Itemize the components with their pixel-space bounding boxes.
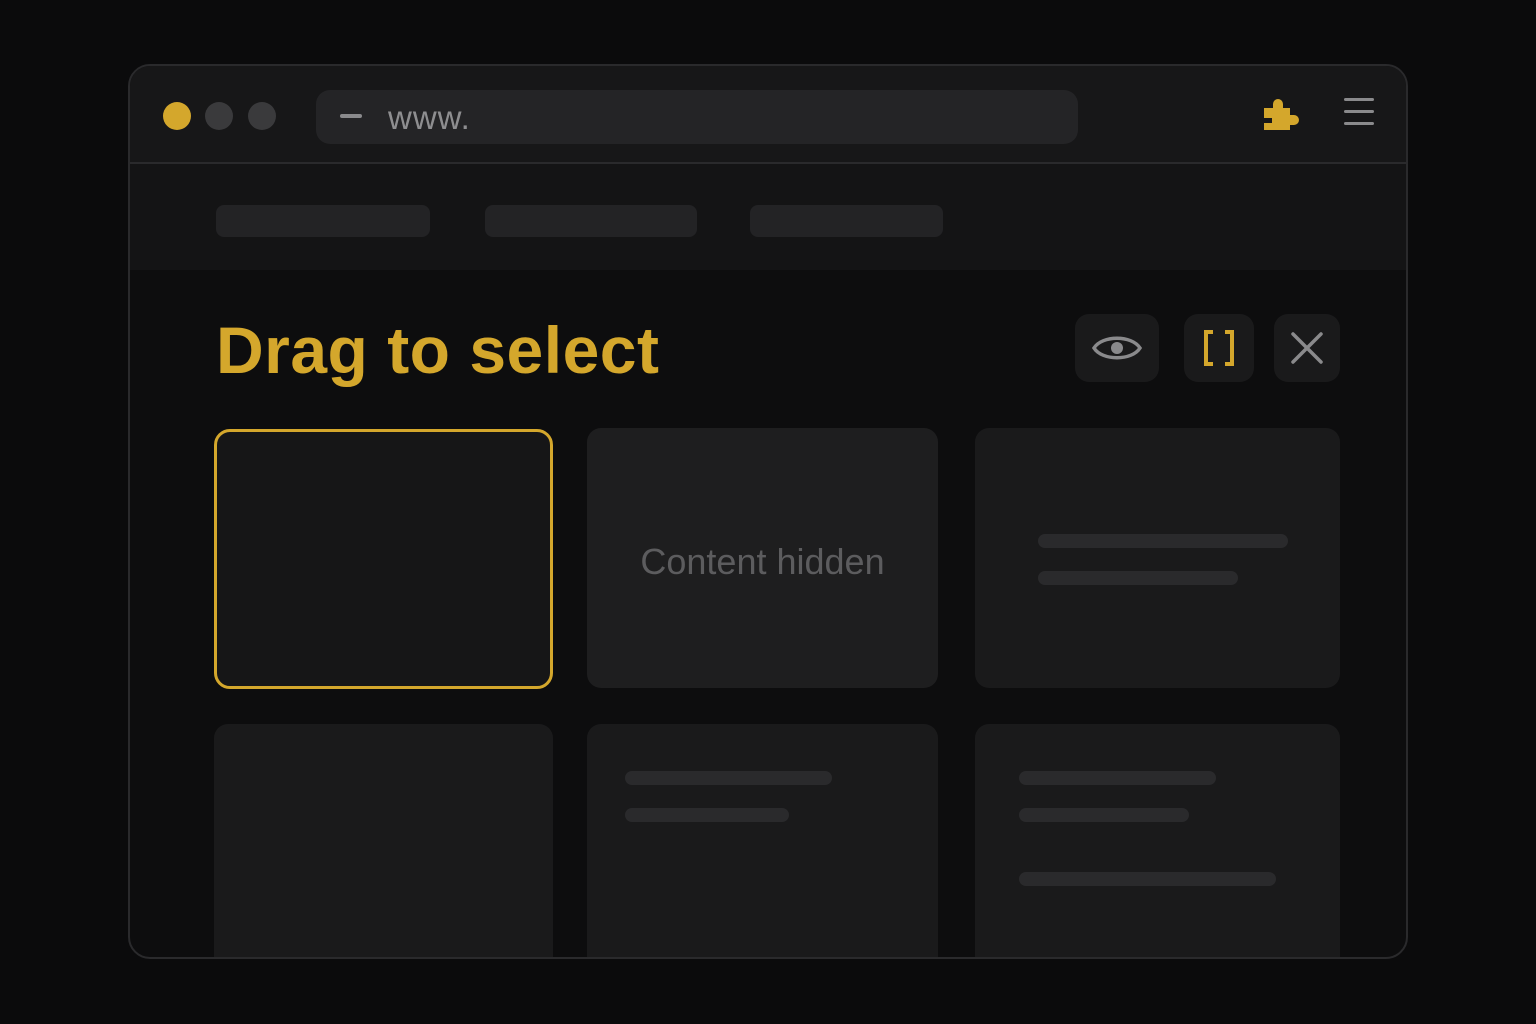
nav-item-placeholder[interactable]: [485, 205, 697, 237]
hidden-content-card[interactable]: Content hidden: [587, 428, 938, 688]
content-card[interactable]: [214, 724, 553, 957]
window-close-button[interactable]: [163, 102, 191, 130]
site-navbar: [130, 164, 1406, 270]
window-minimize-button[interactable]: [205, 102, 233, 130]
hamburger-menu-icon[interactable]: [1342, 98, 1376, 132]
minus-icon: [340, 114, 362, 118]
text-line-placeholder: [1019, 808, 1189, 822]
content-card[interactable]: [587, 724, 938, 957]
browser-titlebar: www.: [130, 66, 1406, 164]
text-line-placeholder: [1019, 872, 1276, 886]
nav-item-placeholder[interactable]: [750, 205, 943, 237]
page-content: Drag to select Content hidden: [130, 270, 1406, 957]
puzzle-icon[interactable]: [1258, 96, 1302, 136]
text-line-placeholder: [1019, 771, 1216, 785]
text-line-placeholder: [625, 808, 789, 822]
content-hidden-label: Content hidden: [640, 541, 885, 582]
eye-icon: [1091, 336, 1143, 360]
close-button[interactable]: [1274, 314, 1340, 382]
close-icon: [1291, 332, 1323, 364]
page-title: Drag to select: [216, 313, 660, 387]
content-card[interactable]: [975, 724, 1340, 957]
brackets-icon: [1204, 330, 1234, 366]
preview-button[interactable]: [1075, 314, 1159, 382]
browser-window: www. Drag to select Content hidden: [128, 64, 1408, 959]
text-line-placeholder: [625, 771, 832, 785]
text-line-placeholder: [1038, 571, 1238, 585]
window-maximize-button[interactable]: [248, 102, 276, 130]
address-text: www.: [388, 99, 471, 136]
address-bar[interactable]: www.: [316, 90, 1078, 144]
selected-card[interactable]: [214, 429, 553, 689]
select-area-button[interactable]: [1184, 314, 1254, 382]
content-card[interactable]: [975, 428, 1340, 688]
text-line-placeholder: [1038, 534, 1288, 548]
nav-item-placeholder[interactable]: [216, 205, 430, 237]
